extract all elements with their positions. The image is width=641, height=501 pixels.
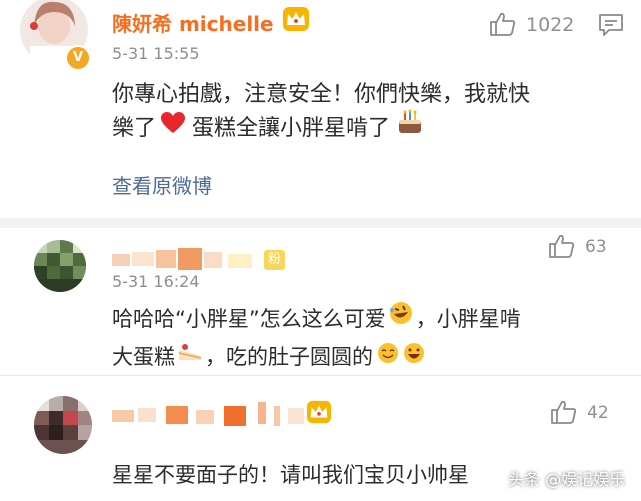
comment-text-line1: 哈哈哈“小胖星”怎么这么可爱 ，小胖星啃 xyxy=(112,298,521,340)
rofl-emoji-icon xyxy=(388,298,414,340)
source-watermark: 头条 @娱记娱乐 xyxy=(508,470,626,489)
commenter-name-blurred xyxy=(112,402,312,428)
comment-text-segment: 哈哈哈“小胖星”怎么这么可爱 xyxy=(112,307,386,331)
thumbs-up-icon[interactable] xyxy=(548,232,576,264)
commenter-avatar[interactable] xyxy=(34,396,92,454)
post-time: 5-31 15:55 xyxy=(112,44,200,63)
post-text-segment: 樂了 xyxy=(112,116,157,141)
thumbs-up-icon[interactable] xyxy=(550,398,578,430)
cake-icon xyxy=(396,108,424,150)
comment-item: 粉 5-31 16:24 63 哈哈哈“小胖星”怎么这么可爱 ，小胖星啃 大蛋糕 xyxy=(0,228,641,375)
section-gap xyxy=(0,218,641,228)
shortcake-icon xyxy=(177,336,203,378)
crown-icon xyxy=(282,6,310,36)
post-text-segment: 蛋糕全讓小胖星啃了 xyxy=(192,116,391,141)
comment-text-segment: ，吃的肚子圆圆的 xyxy=(205,345,373,369)
comment-text-line2: 大蛋糕 ，吃的肚子圆圆的 xyxy=(112,336,425,378)
comment-text-segment: ，小胖星啃 xyxy=(415,307,521,331)
commenter-name-blurred xyxy=(112,248,260,272)
v-verified-icon: V xyxy=(65,45,91,71)
smile-emoji-icon xyxy=(377,336,399,378)
post-like-count: 1022 xyxy=(526,14,575,36)
heart-icon xyxy=(160,108,186,150)
comment-time: 5-31 16:24 xyxy=(112,272,200,291)
fan-badge: 粉 xyxy=(264,250,286,270)
view-original-link[interactable]: 查看原微博 xyxy=(112,170,212,199)
comment-box-icon[interactable] xyxy=(598,13,624,41)
comment-text-segment: 大蛋糕 xyxy=(112,345,175,369)
post-text-line2: 樂了 蛋糕全讓小胖星啃了 xyxy=(112,108,424,150)
commenter-avatar[interactable] xyxy=(34,240,86,292)
comment-text-line1: 星星不要面子的！请叫我们宝贝小帅星 xyxy=(112,463,469,487)
author-name[interactable]: 陳妍希 michelle xyxy=(112,8,274,37)
thumbs-up-icon[interactable] xyxy=(489,10,517,42)
laugh-emoji-icon xyxy=(403,336,425,378)
weibo-post: V 陳妍希 michelle 5-31 15:55 1022 你專心拍戲，注意安… xyxy=(0,0,641,218)
comment-like-count: 63 xyxy=(585,237,607,257)
comment-like-count: 42 xyxy=(587,403,609,423)
comment-item: 42 星星不要面子的！请叫我们宝贝小帅星 头条 @娱记娱乐 xyxy=(0,376,641,501)
crown-icon xyxy=(306,400,332,428)
